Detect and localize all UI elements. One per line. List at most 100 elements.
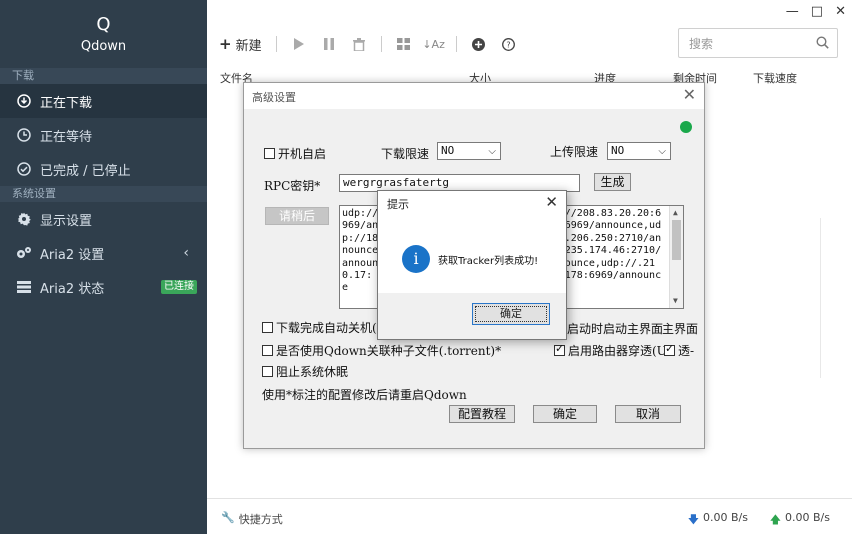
download-speed: 🡇 0.00 B/s <box>688 511 748 530</box>
scrollbar-thumb[interactable] <box>672 220 681 260</box>
search-placeholder: 搜索 <box>689 36 714 51</box>
checkbox-icon <box>262 366 273 377</box>
prevent-sleep-checkbox[interactable]: 阻止系统休眠 <box>262 363 348 380</box>
download-limit-select[interactable]: NO ⌵ <box>437 142 501 160</box>
upnp-label: 启用路由器穿透(UP <box>568 344 675 358</box>
chevron-left-icon: ‹ <box>183 245 189 261</box>
upload-speed-value: 0.00 B/s <box>785 511 830 524</box>
app-logo: Q Qdown <box>0 0 207 68</box>
section-settings-label: 系统设置 <box>0 186 207 202</box>
close-icon[interactable]: ✕ <box>683 85 696 104</box>
prompt-footer: 确定 <box>378 293 566 339</box>
assoc-torrent-label: 是否使用Qdown关联种子文件(.torrent)* <box>276 344 502 358</box>
generate-button[interactable]: 生成 <box>594 173 631 191</box>
help-icon[interactable]: ? <box>501 36 517 52</box>
rpc-key-label: RPC密钥* <box>264 179 321 193</box>
scroll-down-icon[interactable]: ▼ <box>673 295 678 307</box>
pause-icon[interactable] <box>321 36 337 52</box>
auto-shutdown-checkbox[interactable]: 下载完成自动关机(没 <box>262 319 389 336</box>
checkbox-icon <box>664 342 675 356</box>
new-task-label: 新建 <box>235 38 262 54</box>
section-download-label: 下载 <box>0 68 207 84</box>
upload-speed: 🡅 0.00 B/s <box>770 511 830 530</box>
sidebar-item-aria2-status[interactable]: Aria2 状态 已连接 <box>0 270 207 304</box>
gear-icon <box>16 211 32 227</box>
sidebar-item-aria2-settings[interactable]: Aria2 设置 ‹ <box>0 236 207 270</box>
toolbar-divider <box>380 36 382 52</box>
transparent-checkbox[interactable]: 透- <box>664 342 694 359</box>
wait-button[interactable]: 请稍后 <box>265 207 329 225</box>
autostart-checkbox[interactable]: 开机自启 <box>264 145 326 162</box>
minimize-button[interactable]: — <box>786 4 799 19</box>
sidebar-item-downloading[interactable]: 正在下载 <box>0 84 207 118</box>
close-icon[interactable]: ✕ <box>545 193 558 211</box>
search-input[interactable]: 搜索 <box>678 28 838 58</box>
close-button[interactable]: ✕ <box>835 4 846 19</box>
maximize-button[interactable]: □ <box>811 4 823 19</box>
clock-icon <box>16 127 32 143</box>
check-circle-icon <box>16 161 32 177</box>
column-speed[interactable]: 下载速度 <box>753 70 797 86</box>
download-circle-icon <box>16 93 32 109</box>
sidebar-item-label: Aria2 设置 <box>40 247 105 263</box>
prompt-title: 提示 <box>387 198 409 211</box>
sidebar-item-label: 正在下载 <box>40 95 93 111</box>
upload-limit-value: NO <box>611 144 625 157</box>
checkbox-icon <box>262 322 273 333</box>
new-task-button[interactable]: + 新建 <box>219 35 262 54</box>
scrollbar[interactable]: ▲ ▼ <box>669 206 683 308</box>
toolbar-divider <box>455 36 457 52</box>
arrow-down-icon: 🡇 <box>687 513 700 526</box>
upload-limit-select[interactable]: NO ⌵ <box>607 142 671 160</box>
sidebar-item-label: 显示设置 <box>40 213 93 229</box>
launch-main-label: 启动时启动主界面 <box>567 322 664 336</box>
auto-shutdown-label: 下载完成自动关机(没 <box>276 321 389 335</box>
transparent-label: 透- <box>678 344 695 358</box>
plus-circle-icon[interactable] <box>471 36 487 52</box>
gears-icon <box>16 245 32 261</box>
cancel-button[interactable]: 取消 <box>615 405 681 423</box>
prompt-dialog: 提示 ✕ i 获取Tracker列表成功! 确定 <box>377 190 567 340</box>
prevent-sleep-label: 阻止系统休眠 <box>276 365 349 379</box>
scroll-up-icon[interactable]: ▲ <box>673 207 678 219</box>
svg-text:?: ? <box>506 40 510 49</box>
search-icon <box>816 36 829 52</box>
ok-button[interactable]: 确定 <box>472 303 550 325</box>
grid-icon[interactable] <box>396 36 412 52</box>
logo-letter: Q <box>96 13 111 35</box>
download-limit-value: NO <box>441 144 455 157</box>
trash-icon[interactable] <box>351 36 367 52</box>
wrench-icon: 🔧 <box>221 511 235 524</box>
play-icon[interactable] <box>291 36 307 52</box>
confirm-button[interactable]: 确定 <box>533 405 597 423</box>
upload-limit-label: 上传限速 <box>550 145 599 159</box>
assoc-torrent-checkbox[interactable]: 是否使用Qdown关联种子文件(.torrent)* <box>262 342 501 359</box>
download-limit-label: 下载限速 <box>381 147 430 161</box>
sidebar-item-display-settings[interactable]: 显示设置 <box>0 202 207 236</box>
window-controls: — □ ✕ <box>786 4 846 19</box>
toolbar-divider <box>275 36 277 52</box>
upnp-checkbox[interactable]: 启用路由器穿透(UP <box>554 342 675 359</box>
checkbox-icon <box>554 342 565 356</box>
chevron-down-icon: ⌵ <box>488 146 496 157</box>
shortcut-link[interactable]: 🔧 快捷方式 <box>221 511 283 527</box>
dialog-title-bar: 高级设置 ✕ <box>244 83 704 109</box>
checkbox-icon <box>262 345 273 356</box>
prompt-message: 获取Tracker列表成功! <box>438 256 539 267</box>
sidebar-item-label: Aria2 状态 <box>40 281 105 297</box>
info-icon: i <box>402 245 430 273</box>
sidebar-item-waiting[interactable]: 正在等待 <box>0 118 207 152</box>
sidebar: Q Qdown 下载 正在下载 正在等待 已完成 / 已停止 系统设置 显示设置… <box>0 0 207 534</box>
sidebar-item-label: 正在等待 <box>40 129 93 145</box>
app-name: Qdown <box>80 38 127 54</box>
sidebar-item-completed[interactable]: 已完成 / 已停止 <box>0 152 207 186</box>
sort-icon[interactable]: ↓Aᴢ <box>422 36 445 52</box>
arrow-up-icon: 🡅 <box>769 513 782 526</box>
status-indicator <box>680 121 692 133</box>
dialog-title: 高级设置 <box>252 91 296 104</box>
config-tutorial-button[interactable]: 配置教程 <box>449 405 515 423</box>
shortcut-label: 快捷方式 <box>238 513 283 526</box>
restart-note: 使用*标注的配置修改后请重启Qdown <box>262 388 467 402</box>
server-icon <box>16 279 32 295</box>
chevron-down-icon: ⌵ <box>658 146 666 157</box>
